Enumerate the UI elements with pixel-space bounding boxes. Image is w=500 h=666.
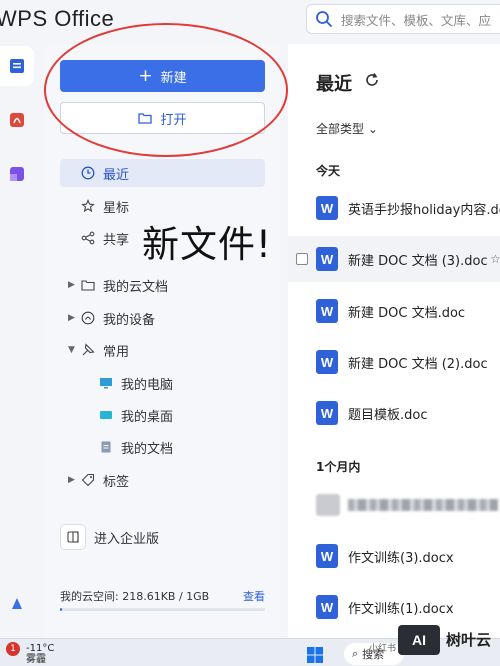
annotation-circle [44, 23, 288, 157]
pin-icon [80, 342, 96, 358]
sidebar-item-devices[interactable]: ▶ 我的设备 [60, 304, 265, 332]
file-name: 新建 DOC 文档.doc [348, 305, 466, 321]
sidebar-item-tags[interactable]: ▶ 标签 [60, 466, 265, 494]
sidebar-item-my-computer[interactable]: 我的电脑 [60, 369, 265, 397]
file-row[interactable]: W 新建 DOC 文档 (3).doc ☆ [288, 236, 500, 282]
sidebar-item-cloud-docs[interactable]: ▶ 我的云文档 [60, 271, 265, 299]
source-watermark: 小红书 [369, 644, 397, 654]
clock-icon [80, 165, 96, 181]
sidebar-item-label: 我的电脑 [121, 377, 174, 393]
type-filter-dropdown[interactable]: 全部类型 ⌄ [316, 120, 378, 137]
word-doc-icon: W [316, 544, 338, 568]
enterprise-icon [60, 524, 86, 550]
sidebar-item-frequent[interactable]: ▼ 常用 [60, 336, 265, 364]
blurred-file-icon [316, 494, 340, 516]
page-title: 最近 [316, 74, 352, 95]
word-doc-icon: W [316, 247, 338, 271]
sidebar-item-recent[interactable]: 最近 [60, 159, 265, 187]
chevron-down-icon[interactable]: ▼ [68, 345, 75, 355]
watermark-name: 树叶云 [446, 630, 492, 649]
file-checkbox[interactable] [296, 253, 308, 265]
weather-condition: 雾霾 [26, 654, 46, 665]
word-doc-icon: W [316, 595, 338, 619]
temperature: -11°C [26, 643, 55, 654]
file-name: 英语手抄报holiday内容.doc [348, 202, 500, 218]
left-rail [0, 44, 34, 644]
watermark: AI 树叶云 [398, 620, 500, 660]
file-row[interactable]: W 题目模板.doc [288, 390, 500, 436]
rail-pdf[interactable] [0, 100, 34, 140]
chevron-right-icon[interactable]: ▶ [68, 280, 75, 290]
enterprise-button[interactable]: 进入企业版 [60, 522, 265, 552]
enterprise-label: 进入企业版 [94, 531, 160, 547]
file-name: 作文训练(1).docx [348, 601, 454, 617]
word-doc-icon: W [316, 350, 338, 374]
word-doc-icon: W [316, 401, 338, 425]
file-name: 题目模板.doc [348, 407, 428, 423]
annotation-text: 新文件! [142, 223, 272, 266]
search-placeholder: 搜索文件、模板、文库、应 [341, 12, 492, 28]
rail-cloud[interactable] [0, 584, 34, 624]
file-row[interactable]: W 作文训练(3).docx [288, 533, 500, 579]
sidebar-item-label: 标签 [103, 474, 130, 490]
monitor-icon [98, 375, 114, 391]
file-name: 作文训练(3).docx [348, 550, 454, 566]
cloud-storage: 我的云空间: 218.61KB / 1GB 查看 [60, 588, 265, 611]
chevron-right-icon[interactable]: ▶ [68, 475, 75, 485]
notification-badge: 1 [6, 642, 20, 656]
cloud-icon [80, 310, 96, 326]
sidebar-item-my-documents[interactable]: 我的文档 [60, 433, 265, 461]
share-icon [80, 230, 96, 246]
storage-progress-fill [60, 608, 62, 611]
file-row[interactable]: W 新建 DOC 文档 (2).doc [288, 339, 500, 385]
recent-files-panel: 最近 全部类型 ⌄ 今天 W 英语手抄报holiday内容.doc W 新建 D… [288, 44, 500, 639]
apps-icon [10, 167, 24, 181]
cloud-storage-label: 我的云空间: 218.61KB / 1GB [60, 590, 210, 603]
app-title: WPS Office [0, 6, 115, 31]
title-bar: WPS Office 搜索文件、模板、文库、应 [0, 0, 500, 40]
sidebar-item-label: 我的文档 [121, 441, 174, 457]
file-name: 新建 DOC 文档 (2).doc [348, 356, 488, 372]
refresh-icon[interactable] [364, 72, 380, 88]
search-icon [316, 11, 332, 27]
chevron-right-icon[interactable]: ▶ [68, 313, 75, 323]
rail-docs[interactable] [0, 46, 34, 86]
watermark-logo: AI [398, 625, 440, 655]
pdf-icon [10, 113, 24, 127]
chevron-down-icon: ⌄ [367, 122, 378, 136]
documents-icon [10, 59, 24, 73]
windows-start-icon[interactable] [307, 647, 323, 663]
search-icon: ⌕ [352, 647, 359, 660]
tag-icon [80, 472, 96, 488]
star-icon [80, 198, 96, 214]
sidebar-item-label: 最近 [103, 167, 130, 183]
file-row-blurred[interactable] [288, 482, 500, 528]
document-icon [98, 439, 114, 455]
star-icon[interactable]: ☆ [490, 252, 500, 266]
sidebar-item-label: 我的云文档 [103, 279, 169, 295]
search-input[interactable]: 搜索文件、模板、文库、应 [306, 4, 500, 34]
weather-widget[interactable]: -11°C 雾霾 [26, 643, 54, 665]
group-header-today: 今天 [316, 164, 341, 178]
type-filter-label: 全部类型 [316, 122, 365, 136]
group-header-month: 1个月内 [316, 460, 361, 474]
rail-apps[interactable] [0, 154, 34, 194]
cloud-drive-icon [12, 598, 22, 609]
sidebar-item-label: 我的桌面 [121, 409, 174, 425]
sidebar-item-label: 星标 [103, 200, 130, 216]
view-storage-link[interactable]: 查看 [243, 588, 265, 604]
storage-progress-bar [60, 608, 265, 611]
sidebar-item-label: 我的设备 [103, 312, 156, 328]
sidebar-item-label: 常用 [103, 344, 130, 360]
folder-icon [80, 277, 96, 293]
word-doc-icon: W [316, 196, 338, 220]
desktop-icon [98, 407, 114, 423]
sidebar-item-label: 共享 [103, 232, 130, 248]
sidebar-item-desktop[interactable]: 我的桌面 [60, 401, 265, 429]
blurred-file-name [348, 499, 498, 511]
file-name: 新建 DOC 文档 (3).doc [348, 253, 488, 269]
file-row[interactable]: W 新建 DOC 文档.doc [288, 288, 500, 334]
word-doc-icon: W [316, 299, 338, 323]
file-row[interactable]: W 英语手抄报holiday内容.doc [288, 185, 500, 231]
